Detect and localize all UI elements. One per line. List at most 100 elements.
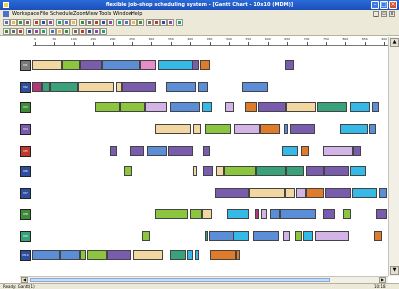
menu-workspace[interactable]: Workspace <box>12 10 39 18</box>
operation-bar[interactable] <box>60 250 80 260</box>
operation-bar[interactable] <box>120 102 145 112</box>
operation-bar[interactable] <box>242 82 268 92</box>
undo-button[interactable] <box>56 19 63 26</box>
operation-bar[interactable] <box>260 124 280 134</box>
gantt-button[interactable] <box>86 19 93 26</box>
operation-bar[interactable] <box>227 209 249 219</box>
operation-bar[interactable] <box>122 82 156 92</box>
menu-window[interactable]: Window <box>113 10 133 18</box>
operation-bar[interactable] <box>376 209 387 219</box>
open-button[interactable] <box>10 19 17 26</box>
operation-bar[interactable] <box>296 188 306 198</box>
operation-bar[interactable] <box>210 250 236 260</box>
mdi-close-button[interactable]: x <box>389 11 395 17</box>
operation-bar[interactable] <box>303 231 313 241</box>
operation-bar[interactable] <box>107 250 131 260</box>
operation-bar[interactable] <box>192 60 199 70</box>
zoom-in-button[interactable] <box>70 19 77 26</box>
operation-bar[interactable] <box>168 146 193 156</box>
step-button[interactable] <box>167 19 174 26</box>
operation-bar[interactable] <box>42 82 50 92</box>
grid-button[interactable] <box>107 19 114 26</box>
stop-button[interactable] <box>86 28 93 35</box>
machine-row-label[interactable]: M9 <box>20 231 31 242</box>
operation-bar[interactable] <box>170 250 186 260</box>
menu-schedule[interactable]: Schedule <box>50 10 73 18</box>
operation-bar[interactable] <box>50 82 78 92</box>
operation-bar[interactable] <box>32 60 62 70</box>
play-button[interactable] <box>72 28 79 35</box>
menu-file[interactable]: File <box>40 10 48 18</box>
operation-bar[interactable] <box>110 146 117 156</box>
operation-bar[interactable] <box>284 124 288 134</box>
operation-bar[interactable] <box>187 250 193 260</box>
chart-button[interactable] <box>26 28 33 35</box>
step-button[interactable] <box>93 28 100 35</box>
operation-bar[interactable] <box>306 166 324 176</box>
machine-row-label[interactable]: M4 <box>20 124 31 135</box>
operation-bar[interactable] <box>283 231 290 241</box>
operation-bar[interactable] <box>249 188 285 198</box>
operation-bar[interactable] <box>286 166 304 176</box>
cut-button[interactable] <box>33 19 40 26</box>
machine-row-label[interactable]: M8 <box>20 209 31 220</box>
operation-bar[interactable] <box>198 82 208 92</box>
table-button[interactable] <box>93 19 100 26</box>
operation-bar[interactable] <box>32 250 60 260</box>
operation-bar[interactable] <box>369 124 376 134</box>
operation-bar[interactable] <box>62 60 80 70</box>
menu-tools[interactable]: Tools <box>99 10 111 18</box>
operation-bar[interactable] <box>253 231 279 241</box>
operation-bar[interactable] <box>102 60 140 70</box>
operation-bar[interactable] <box>140 60 156 70</box>
options-button[interactable] <box>176 19 183 26</box>
operation-bar[interactable] <box>256 166 286 176</box>
operation-bar[interactable] <box>353 146 361 156</box>
operation-bar[interactable] <box>78 82 114 92</box>
operation-bar[interactable] <box>145 102 167 112</box>
operation-bar[interactable] <box>170 102 200 112</box>
machine-row-label[interactable]: M1 <box>20 60 31 71</box>
operation-bar[interactable] <box>124 166 132 176</box>
operation-bar[interactable] <box>155 124 191 134</box>
operation-bar[interactable] <box>301 146 309 156</box>
operation-bar[interactable] <box>195 250 199 260</box>
operation-bar[interactable] <box>325 188 351 198</box>
operation-bar[interactable] <box>224 166 256 176</box>
mdi-minimize-button[interactable]: _ <box>373 11 379 17</box>
new-button[interactable] <box>3 19 10 26</box>
save-button[interactable] <box>17 19 24 26</box>
filter-button[interactable] <box>40 28 47 35</box>
menu-help[interactable]: Help <box>131 10 142 18</box>
operation-bar[interactable] <box>270 209 280 219</box>
operation-bar[interactable] <box>350 166 366 176</box>
operation-bar[interactable] <box>203 166 213 176</box>
machine-row-label[interactable]: M7 <box>20 188 31 199</box>
print-button[interactable] <box>24 19 31 26</box>
zoom-out-button[interactable] <box>3 28 10 35</box>
operation-bar[interactable] <box>209 231 234 241</box>
maximize-button[interactable]: □ <box>380 1 388 9</box>
operation-bar[interactable] <box>317 102 347 112</box>
zoom-out-button[interactable] <box>79 19 86 26</box>
operation-bar[interactable] <box>142 231 150 241</box>
operation-bar[interactable] <box>202 102 212 112</box>
operation-bar[interactable] <box>324 166 349 176</box>
operation-bar[interactable] <box>216 166 224 176</box>
stop-button[interactable] <box>160 19 167 26</box>
operation-bar[interactable] <box>295 231 302 241</box>
operation-bar[interactable] <box>203 146 210 156</box>
operation-bar[interactable] <box>285 60 294 70</box>
operation-bar[interactable] <box>202 209 212 219</box>
document-icon[interactable] <box>3 11 9 17</box>
operation-bar[interactable] <box>372 102 379 112</box>
operation-bar[interactable] <box>290 124 315 134</box>
scroll-thumb[interactable] <box>30 278 330 282</box>
refresh-button[interactable] <box>130 19 137 26</box>
operation-bar[interactable] <box>130 146 144 156</box>
grid-button[interactable] <box>33 28 40 35</box>
operation-bar[interactable] <box>340 124 368 134</box>
pause-button[interactable] <box>79 28 86 35</box>
operation-bar[interactable] <box>343 209 351 219</box>
operation-bar[interactable] <box>282 146 298 156</box>
